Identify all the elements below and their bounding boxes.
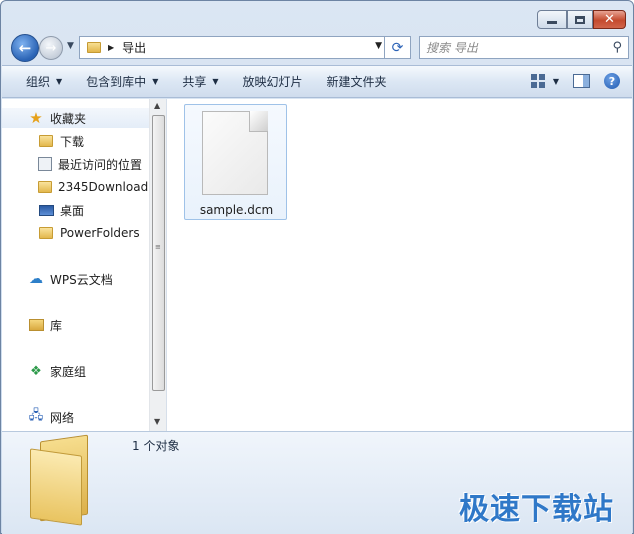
preview-pane-icon[interactable] <box>573 74 590 88</box>
maximize-icon <box>575 15 585 24</box>
folder-icon <box>87 42 101 53</box>
grip-icon: ≡ <box>155 243 161 251</box>
sidebar-item-downloads[interactable]: 下载 <box>38 131 84 151</box>
share-menu[interactable]: 共享 ▼ <box>170 66 230 97</box>
object-count: 1 个对象 <box>132 439 180 453</box>
sidebar-item-label: WPS云文档 <box>50 272 113 287</box>
breadcrumb-chevron-icon[interactable]: ▶ <box>108 43 114 52</box>
include-in-library-menu[interactable]: 包含到库中 ▼ <box>74 66 170 97</box>
downloads-folder-icon <box>38 133 54 149</box>
details-pane: 1 个对象 极速下载站 <box>2 431 632 534</box>
breadcrumb-current-folder[interactable]: 导出 <box>122 39 146 56</box>
slideshow-button[interactable]: 放映幻灯片 <box>231 66 315 97</box>
organize-menu[interactable]: 组织 ▼ <box>2 66 74 97</box>
cloud-icon: ☁ <box>29 271 43 287</box>
refresh-icon: ⟳ <box>391 39 404 56</box>
page-fold-icon <box>249 111 268 132</box>
help-icon[interactable]: ? <box>604 73 620 89</box>
content-area: ★ 收藏夹 下载 最近访问的位置 2345Downloads 桌面 PowerF… <box>2 99 632 431</box>
new-folder-label: 新建文件夹 <box>326 75 387 89</box>
sidebar-item-label: 家庭组 <box>50 364 87 379</box>
star-icon: ★ <box>29 109 43 127</box>
scroll-up-icon[interactable]: ▲ <box>154 101 160 110</box>
sidebar-item-homegroup[interactable]: ❖ 家庭组 <box>28 361 86 381</box>
back-button[interactable]: ← <box>11 34 39 62</box>
folder-icon <box>38 225 54 241</box>
explorer-window: ✕ ← → ▼ ▶ 导出 ▼ ⟳ 搜索 导出 ⚲ 组织 ▼ 包含到库中 ▼ 共享 ▼ … <box>0 0 634 534</box>
navigation-scrollbar[interactable]: ▲ ≡ ▼ <box>149 99 166 431</box>
close-icon: ✕ <box>604 12 615 27</box>
file-list: sample.dcm <box>168 99 632 431</box>
close-button[interactable]: ✕ <box>593 10 626 29</box>
caption-buttons: ✕ <box>537 10 626 29</box>
library-icon <box>28 317 44 333</box>
search-input[interactable]: 搜索 导出 ⚲ <box>419 36 629 59</box>
chevron-down-icon: ▼ <box>212 77 219 86</box>
share-label: 共享 <box>182 75 207 89</box>
slideshow-label: 放映幻灯片 <box>242 75 303 89</box>
sidebar-item-2345downloads[interactable]: 2345Downloads <box>38 177 148 197</box>
minimize-icon <box>547 21 557 24</box>
sidebar-item-label: 下载 <box>60 134 85 149</box>
chevron-down-icon: ▼ <box>56 77 63 86</box>
scrollbar-thumb[interactable]: ≡ <box>152 115 165 391</box>
sidebar-item-wps-cloud[interactable]: ☁ WPS云文档 <box>28 269 113 289</box>
sidebar-item-desktop[interactable]: 桌面 <box>38 200 84 220</box>
change-view-icon[interactable] <box>530 74 547 88</box>
back-arrow-icon: ← <box>18 39 32 57</box>
view-options-dropdown-icon[interactable]: ▼ <box>553 77 559 86</box>
forward-arrow-icon: → <box>45 40 57 56</box>
include-in-library-label: 包含到库中 <box>86 75 147 89</box>
sidebar-item-label: 收藏夹 <box>50 111 87 126</box>
sidebar-item-label: 最近访问的位置 <box>58 157 143 172</box>
folder-large-icon <box>30 434 90 526</box>
navigation-pane: ★ 收藏夹 下载 最近访问的位置 2345Downloads 桌面 PowerF… <box>2 99 167 431</box>
recent-pages-dropdown-icon[interactable]: ▼ <box>67 41 74 51</box>
file-name: sample.dcm <box>199 203 274 217</box>
sidebar-item-label: 桌面 <box>60 203 85 218</box>
network-icon: 🖧 <box>28 408 44 423</box>
chevron-down-icon: ▼ <box>152 77 159 86</box>
forward-button[interactable]: → <box>39 36 63 60</box>
search-placeholder: 搜索 导出 <box>426 41 478 55</box>
sidebar-item-label: 网络 <box>50 410 75 425</box>
homegroup-icon: ❖ <box>30 363 42 379</box>
watermark-logo: 极速下载站 <box>459 492 614 527</box>
desktop-icon <box>38 202 54 218</box>
sidebar-item-label: 库 <box>50 318 63 333</box>
sidebar-item-recent-places[interactable]: 最近访问的位置 <box>38 154 142 174</box>
recent-places-icon <box>38 157 52 171</box>
sidebar-item-powerfolders[interactable]: PowerFolders <box>38 223 140 243</box>
folder-icon <box>38 179 52 195</box>
sidebar-item-label: PowerFolders <box>60 226 140 240</box>
file-item[interactable]: sample.dcm <box>184 104 287 220</box>
minimize-button[interactable] <box>537 10 567 29</box>
view-controls: ▼ ? <box>530 73 620 89</box>
address-bar[interactable]: ▶ 导出 ▼ <box>79 36 385 59</box>
sidebar-item-favorites[interactable]: ★ 收藏夹 <box>2 108 152 128</box>
refresh-button[interactable]: ⟳ <box>385 36 411 59</box>
command-bar: 组织 ▼ 包含到库中 ▼ 共享 ▼ 放映幻灯片 新建文件夹 ▼ ? <box>2 65 632 98</box>
address-dropdown-icon[interactable]: ▼ <box>375 41 382 51</box>
search-icon[interactable]: ⚲ <box>612 40 622 55</box>
organize-label: 组织 <box>26 75 51 89</box>
sidebar-item-network[interactable]: 🖧 网络 <box>28 407 74 427</box>
sidebar-item-libraries[interactable]: 库 <box>28 315 62 335</box>
navigation-bar: ← → ▼ ▶ 导出 ▼ ⟳ 搜索 导出 ⚲ <box>9 34 629 62</box>
maximize-button[interactable] <box>567 10 593 29</box>
sidebar-item-label: 2345Downloads <box>58 180 148 194</box>
new-folder-button[interactable]: 新建文件夹 <box>315 66 399 97</box>
scroll-down-icon[interactable]: ▼ <box>154 417 160 426</box>
